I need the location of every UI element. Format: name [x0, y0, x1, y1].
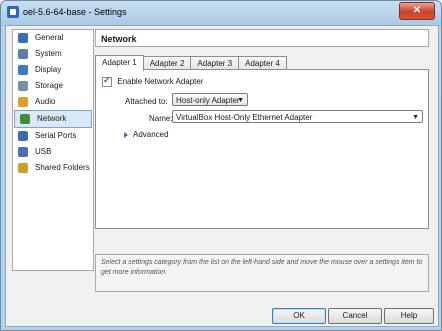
system-icon [18, 49, 28, 59]
sidebar-item-label: System [35, 49, 62, 58]
chevron-down-icon: ▼ [412, 114, 419, 121]
tab-adapter-1[interactable]: Adapter 1 [95, 55, 144, 71]
enable-adapter-row: ✓ Enable Network Adapter [102, 75, 204, 87]
sidebar-item-label: USB [35, 147, 52, 156]
sidebar-item-label: Storage [35, 81, 64, 90]
sidebar-item-general[interactable]: General [13, 30, 93, 46]
window-title: oel-5.6-64-base - Settings [23, 7, 127, 17]
audio-icon [18, 97, 28, 107]
adapter-panel: ✓ Enable Network Adapter Attached to: Ho… [95, 69, 429, 229]
sidebar-item-audio[interactable]: Audio [13, 94, 93, 110]
sidebar-item-display[interactable]: Display [13, 62, 93, 78]
close-button[interactable]: ✕ [399, 2, 435, 20]
enable-adapter-checkbox[interactable]: ✓ [102, 75, 112, 87]
sidebar-item-network[interactable]: Network [14, 110, 92, 128]
settings-page: Network Adapter 1 Adapter 2 Adapter 3 Adapt… [95, 29, 432, 269]
sidebar-item-shared-folders[interactable]: Shared Folders [13, 160, 93, 176]
chevron-down-icon: ▼ [237, 97, 244, 104]
attached-to-label: Attached to: [125, 97, 168, 106]
sidebar-item-system[interactable]: System [13, 46, 93, 62]
virtualbox-icon [7, 6, 19, 18]
page-title: Network [95, 29, 429, 47]
ok-button[interactable]: OK [272, 308, 326, 324]
network-icon [20, 114, 30, 124]
sidebar-item-usb[interactable]: USB [13, 144, 93, 160]
title-bar[interactable]: oel-5.6-64-base - Settings ✕ [1, 1, 441, 23]
sidebar-item-label: Display [35, 65, 62, 74]
adapter-name-select[interactable]: VirtualBox Host-Only Ethernet Adapter ▼ [172, 110, 423, 123]
help-button[interactable]: Help [384, 308, 434, 324]
name-label: Name: [149, 114, 173, 123]
attached-to-select[interactable]: Host-only Adapter ▼ [172, 93, 248, 106]
settings-category-list: General System Display Storage Audio Net… [12, 29, 94, 271]
attached-to-value: Host-only Adapter [176, 96, 240, 105]
advanced-label: Advanced [133, 130, 169, 139]
checkmark-icon: ✓ [103, 75, 111, 85]
display-icon [18, 65, 28, 75]
expand-arrow-icon [124, 131, 128, 138]
sidebar-item-label: Shared Folders [35, 163, 90, 172]
serial-ports-icon [18, 131, 28, 141]
shared-folders-icon [18, 163, 28, 173]
sidebar-item-label: Audio [35, 97, 56, 106]
sidebar-item-label: General [35, 33, 64, 42]
sidebar-item-label: Network [37, 114, 67, 123]
sidebar-item-serial-ports[interactable]: Serial Ports [13, 128, 93, 144]
storage-icon [18, 81, 28, 91]
info-box: Select a settings category from the list… [95, 254, 429, 292]
enable-adapter-label: Enable Network Adapter [117, 77, 204, 86]
usb-icon [18, 147, 28, 157]
cancel-button[interactable]: Cancel [328, 308, 382, 324]
sidebar-item-label: Serial Ports [35, 131, 77, 140]
advanced-toggle[interactable]: Advanced [124, 130, 169, 139]
adapter-name-value: VirtualBox Host-Only Ethernet Adapter [176, 113, 313, 122]
sidebar-item-storage[interactable]: Storage [13, 78, 93, 94]
general-icon [18, 33, 28, 43]
client-area: General System Display Storage Audio Net… [5, 25, 439, 327]
adapter-tabs: Adapter 1 Adapter 2 Adapter 3 Adapter 4 [95, 55, 287, 71]
settings-window: oel-5.6-64-base - Settings ✕ General Sys… [0, 0, 442, 331]
